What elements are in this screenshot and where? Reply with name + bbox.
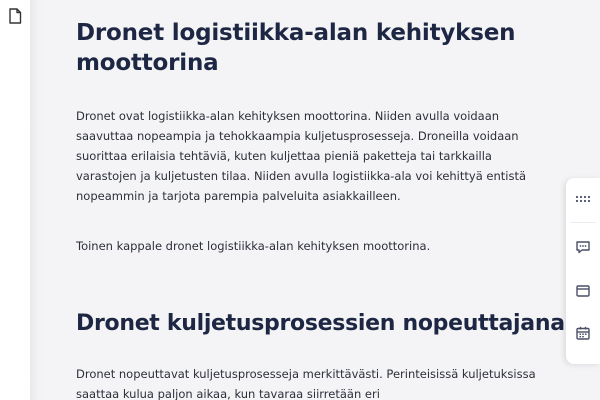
browser-window-icon[interactable]: [574, 282, 592, 300]
article-paragraph-3: Dronet nopeuttavat kuljetusprosesseja me…: [76, 367, 536, 400]
sidebar-shadow: [30, 0, 46, 400]
article-paragraph-2: Toinen kappale dronet logistiikka-alan k…: [76, 239, 431, 253]
floating-toolbar: [566, 178, 600, 364]
toolbar-divider: [570, 222, 596, 223]
article-content: Dronet logistiikka-alan kehityksen moott…: [46, 0, 566, 400]
document-icon[interactable]: [8, 8, 22, 24]
grid-dots-icon[interactable]: [574, 190, 592, 208]
chat-icon[interactable]: [574, 238, 592, 256]
article-heading-2: Dronet kuljetusprosessien nopeuttajana: [76, 311, 565, 336]
left-sidebar: [0, 0, 30, 400]
article-paragraph-1: Dronet ovat logistiikka-alan kehityksen …: [76, 109, 527, 203]
article-heading-1: Dronet logistiikka-alan kehityksen moott…: [76, 20, 516, 76]
calendar-icon[interactable]: [574, 324, 592, 342]
